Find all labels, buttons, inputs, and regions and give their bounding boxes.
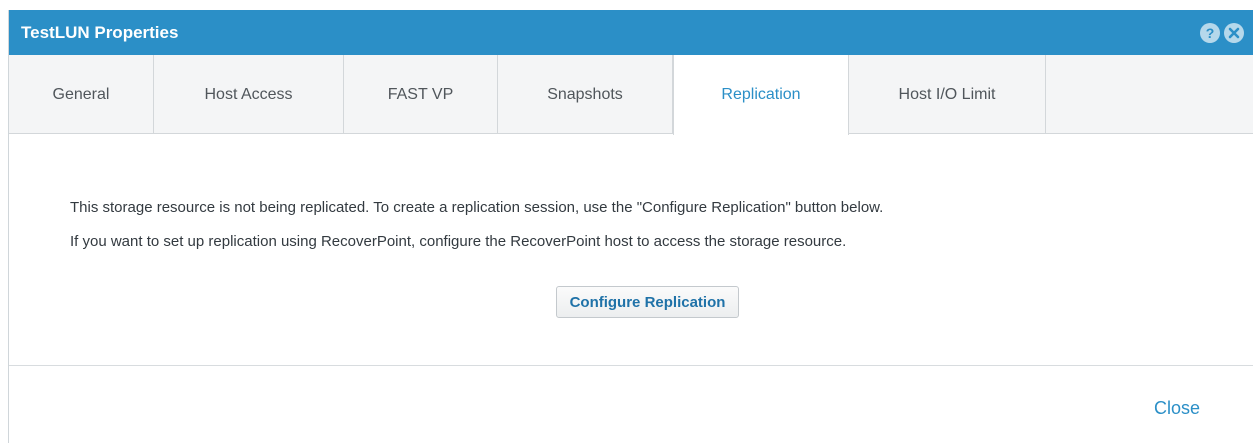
titlebar-icons: ? — [1200, 23, 1244, 43]
replication-message-line2: If you want to set up replication using … — [70, 233, 847, 250]
footer-divider — [9, 365, 1253, 366]
tab-replication[interactable]: Replication — [673, 55, 849, 135]
close-circle-icon[interactable] — [1224, 23, 1244, 43]
properties-dialog: TestLUN Properties ? General Host Access… — [8, 10, 1253, 443]
close-button[interactable]: Close — [1154, 398, 1200, 419]
tab-bar: General Host Access FAST VP Snapshots Re… — [9, 55, 1253, 135]
tab-general[interactable]: General — [9, 55, 154, 134]
dialog-title: TestLUN Properties — [21, 23, 179, 42]
replication-message-line1: This storage resource is not being repli… — [70, 199, 884, 216]
tab-host-io-limit[interactable]: Host I/O Limit — [849, 55, 1046, 134]
configure-replication-button[interactable]: Configure Replication — [556, 286, 739, 318]
dialog-titlebar: TestLUN Properties ? — [9, 10, 1253, 55]
replication-panel: This storage resource is not being repli… — [9, 135, 1253, 364]
tab-host-access[interactable]: Host Access — [154, 55, 344, 134]
svg-text:?: ? — [1206, 25, 1215, 41]
tab-snapshots[interactable]: Snapshots — [498, 55, 673, 134]
help-icon[interactable]: ? — [1200, 23, 1220, 43]
tab-fast-vp[interactable]: FAST VP — [344, 55, 498, 134]
